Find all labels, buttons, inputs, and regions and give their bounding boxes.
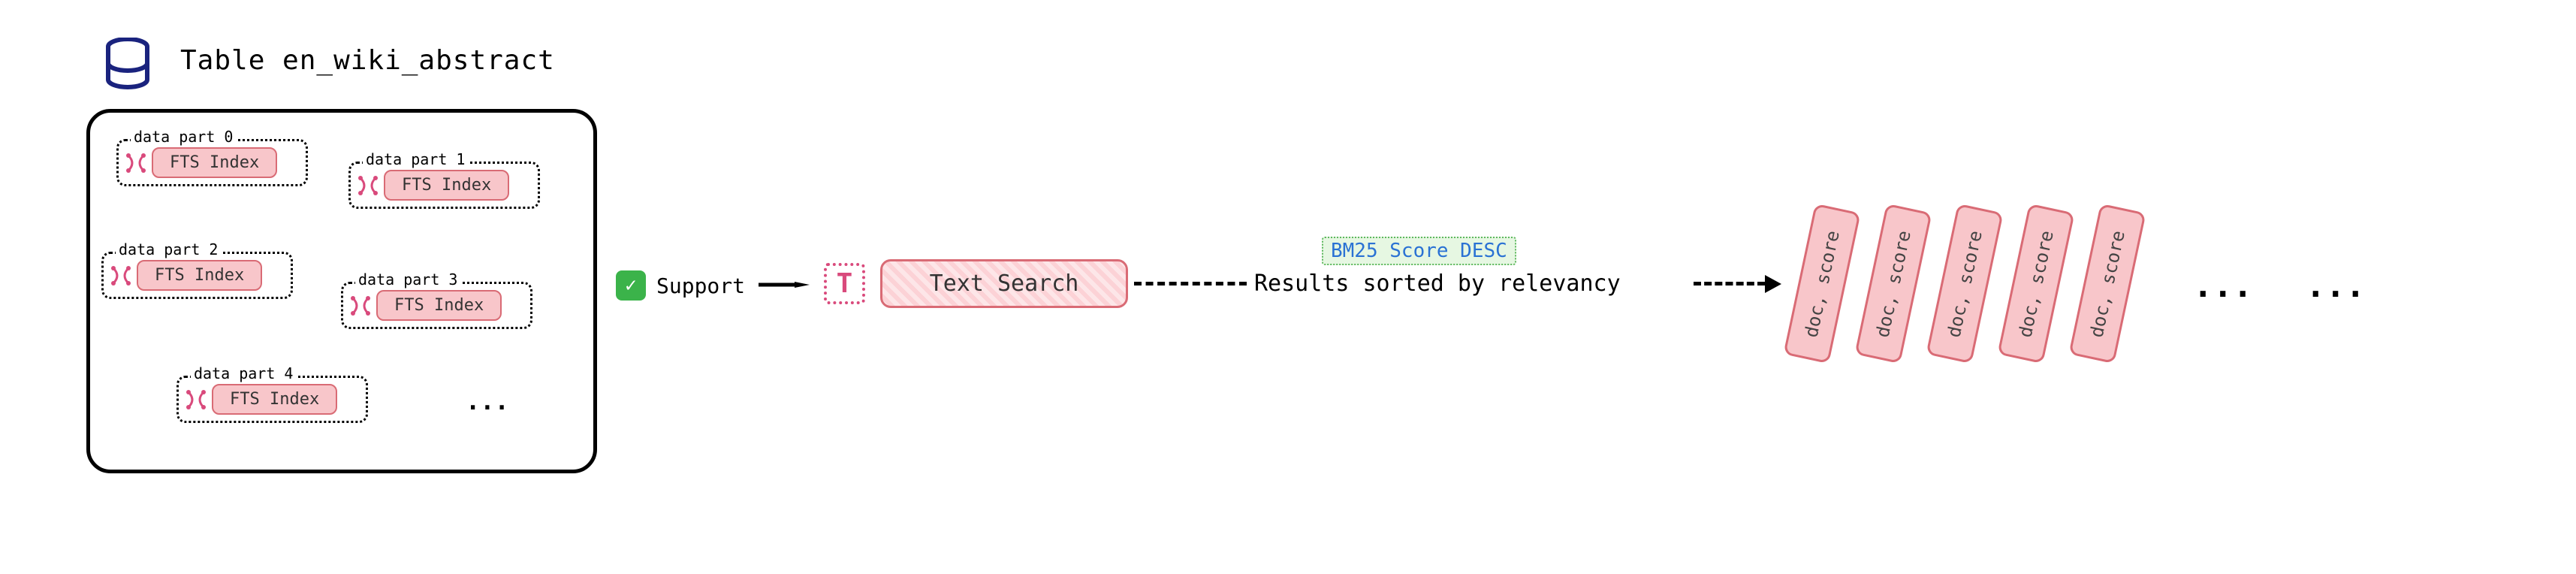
gene-icon [185,388,207,411]
gene-icon [349,295,372,317]
fts-index-badge: FTS Index [376,290,502,321]
gene-icon [125,152,147,174]
result-card: doc, score [1926,204,2003,364]
database-icon [105,38,150,90]
data-part-label: data part 3 [355,270,460,289]
data-part: data part 2 FTS Index [101,252,293,299]
data-part-label: data part 4 [191,364,296,382]
gene-icon [110,264,132,287]
text-icon: T [824,263,865,304]
result-card-label: doc, score [1872,228,1914,339]
data-part-label: data part 2 [116,240,221,258]
text-search-box: Text Search [880,259,1128,308]
result-card: doc, score [2068,204,2146,364]
data-part: data part 1 FTS Index [348,162,540,209]
check-icon: ✓ [616,270,646,301]
result-card-label: doc, score [2014,228,2057,339]
result-card: doc, score [1783,204,1860,364]
table-title: Table en_wiki_abstract [180,45,555,76]
support-indicator: ✓ Support [616,270,745,301]
dashed-connector [1694,282,1765,285]
results-sorted-label: Results sorted by relevancy [1254,270,1621,297]
result-card-label: doc, score [1943,228,1986,339]
table-container: data part 0 FTS Index data part 1 FTS In… [86,109,597,473]
data-part: data part 4 FTS Index [176,376,368,423]
support-label: Support [656,273,745,298]
bm25-score-label: BM25 Score DESC [1322,237,1516,265]
result-card: doc, score [1997,204,2074,364]
ellipsis: ... [466,387,509,415]
result-card-label: doc, score [2086,228,2128,339]
data-part: data part 3 FTS Index [341,282,532,329]
fts-index-badge: FTS Index [152,147,277,178]
data-part-label: data part 0 [131,128,236,146]
arrow-head-icon [1765,275,1781,293]
data-part-label: data part 1 [363,150,468,168]
fts-index-badge: FTS Index [212,384,337,415]
ellipsis: ... [2193,267,2252,305]
fts-index-badge: FTS Index [384,170,509,201]
gene-icon [357,174,379,197]
result-card: doc, score [1854,204,1932,364]
dashed-connector [1134,282,1247,285]
result-card-label: doc, score [1800,228,1843,339]
data-part: data part 0 FTS Index [116,139,308,186]
ellipsis: ... [2306,267,2365,305]
fts-index-badge: FTS Index [137,260,262,291]
arrow-icon [759,282,810,288]
